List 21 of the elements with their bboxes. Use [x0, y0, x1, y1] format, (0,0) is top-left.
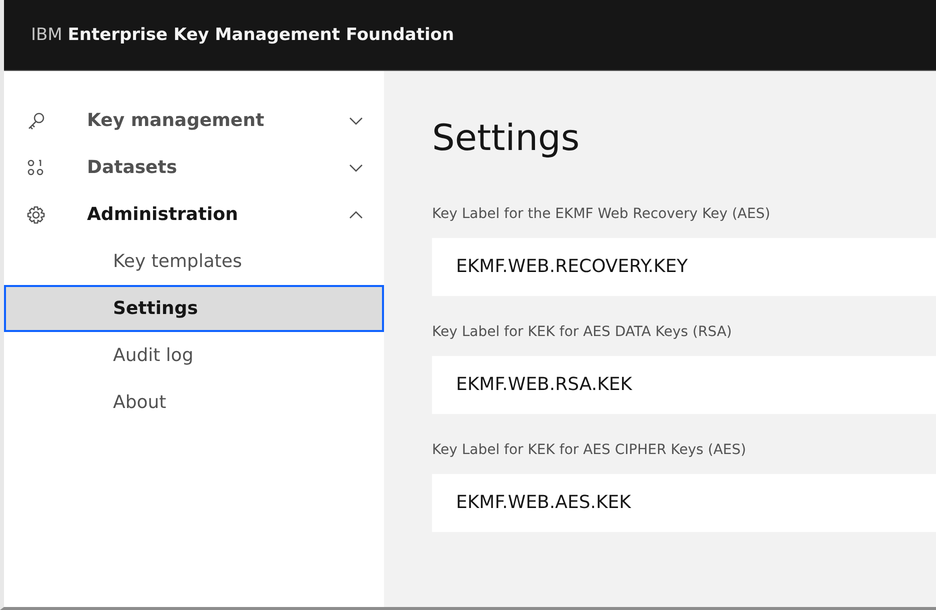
- nav-item[interactable]: Key management: [4, 97, 384, 144]
- field-label: Key Label for the EKMF Web Recovery Key (AES): [432, 206, 772, 222]
- chevron-icon: [348, 162, 364, 172]
- nav-item[interactable]: Datasets: [4, 144, 384, 191]
- app-title: IBM Enterprise Key Management Foundation: [31, 25, 454, 45]
- chevron-icon: [348, 210, 364, 220]
- dataset-icon: [26, 158, 46, 178]
- input-field[interactable]: EKMF.WEB.RSA.KEK: [432, 356, 936, 414]
- input-field[interactable]: EKMF.WEB.AES.KEK: [432, 474, 936, 532]
- settings-icon: [26, 204, 46, 224]
- field-label: Key Label for KEK for AES DATA Keys (RSA): [432, 324, 733, 340]
- field-label: Key Label for KEK for AES CIPHER Keys (AES): [432, 442, 748, 458]
- nav-subitem[interactable]: About: [4, 379, 384, 426]
- input-field[interactable]: EKMF.WEB.RECOVERY.KEY: [432, 238, 936, 296]
- nav-subitem[interactable]: Key templates: [4, 238, 384, 285]
- page-heading: Settings: [432, 119, 581, 159]
- chevron-icon: [348, 116, 364, 126]
- nav-subitem[interactable]: Audit log: [4, 332, 384, 379]
- key-icon: [26, 110, 46, 130]
- nav-subitem[interactable]: Settings: [4, 285, 384, 332]
- nav-item[interactable]: Administration: [4, 191, 384, 238]
